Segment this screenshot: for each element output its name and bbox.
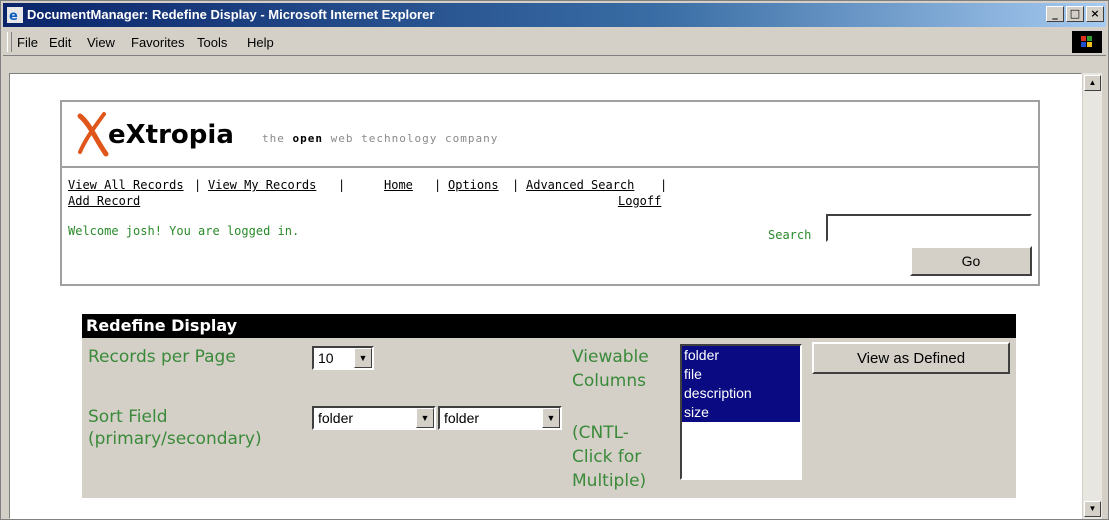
nav-separator: |: [338, 178, 346, 192]
toolbar-grip[interactable]: [7, 32, 12, 52]
menu-edit[interactable]: Edit: [49, 35, 71, 50]
header-divider: [62, 166, 1038, 168]
logo-tagline: the open web technology company: [262, 132, 499, 145]
advanced-search-link[interactable]: Advanced Search: [526, 178, 634, 192]
go-button[interactable]: Go: [910, 246, 1032, 276]
multi-select-hint-line2: Click for: [572, 447, 642, 467]
view-my-records-link[interactable]: View My Records: [208, 178, 316, 192]
menu-tools[interactable]: Tools: [197, 35, 227, 50]
multi-select-hint-line3: Multiple): [572, 471, 647, 491]
primary-sort-value: folder: [318, 410, 354, 426]
search-input[interactable]: [826, 214, 1032, 242]
records-per-page-select[interactable]: 10 ▼: [312, 346, 374, 370]
dropdown-arrow-icon[interactable]: ▼: [354, 348, 372, 368]
page-viewport: eXtropia the open web technology company…: [9, 73, 1082, 519]
svg-text:e: e: [9, 9, 18, 23]
logoff-link[interactable]: Logoff: [618, 194, 661, 208]
logo-wordmark: eXtropia: [108, 120, 234, 150]
sort-field-sublabel: (primary/secondary): [88, 429, 262, 449]
options-link[interactable]: Options: [448, 178, 499, 192]
multi-select-hint-line1: (CNTL-: [572, 423, 629, 443]
site-header: eXtropia the open web technology company…: [60, 100, 1040, 286]
viewable-columns-listbox[interactable]: folder file description size: [680, 344, 802, 480]
panel-heading: Redefine Display: [82, 314, 1016, 338]
column-option-size[interactable]: size: [682, 403, 800, 422]
title-bar[interactable]: e DocumentManager: Redefine Display - Mi…: [3, 3, 1106, 27]
ie-icon: e: [7, 7, 23, 23]
welcome-message: Welcome josh! You are logged in.: [68, 224, 300, 238]
scroll-up-arrow-icon[interactable]: ▲: [1084, 75, 1101, 91]
view-all-records-link[interactable]: View All Records: [68, 178, 184, 192]
window-title: DocumentManager: Redefine Display - Micr…: [27, 7, 435, 22]
browser-window: e DocumentManager: Redefine Display - Mi…: [0, 0, 1109, 520]
menu-help[interactable]: Help: [247, 35, 274, 50]
sort-field-label: Sort Field: [88, 407, 168, 427]
nav-separator: |: [512, 178, 520, 192]
redefine-display-panel: Redefine Display Records per Page 10 ▼ S…: [82, 314, 1016, 498]
menu-favorites[interactable]: Favorites: [131, 35, 184, 50]
menu-bar: File Edit View Favorites Tools Help: [3, 29, 1106, 56]
home-link[interactable]: Home: [384, 178, 413, 192]
secondary-sort-select[interactable]: folder ▼: [438, 406, 562, 430]
minimize-button[interactable]: _: [1046, 6, 1064, 22]
column-option-file[interactable]: file: [682, 365, 800, 384]
records-per-page-value: 10: [318, 350, 334, 366]
nav-separator: |: [194, 178, 202, 192]
search-label: Search: [768, 228, 812, 242]
column-option-description[interactable]: description: [682, 384, 800, 403]
nav-separator: |: [660, 178, 668, 192]
vertical-scrollbar[interactable]: ▲ ▼: [1082, 73, 1102, 519]
scroll-down-arrow-icon[interactable]: ▼: [1084, 501, 1101, 517]
column-option-folder[interactable]: folder: [682, 346, 800, 365]
viewable-columns-label-line1: Viewable: [572, 347, 649, 367]
view-as-defined-button[interactable]: View as Defined: [812, 342, 1010, 374]
menu-file[interactable]: File: [17, 35, 38, 50]
windows-logo-icon: [1072, 31, 1102, 53]
secondary-sort-value: folder: [444, 410, 480, 426]
close-button[interactable]: ×: [1086, 6, 1104, 22]
dropdown-arrow-icon[interactable]: ▼: [542, 408, 560, 428]
nav-separator: |: [434, 178, 442, 192]
primary-sort-select[interactable]: folder ▼: [312, 406, 436, 430]
add-record-link[interactable]: Add Record: [68, 194, 140, 208]
records-per-page-label: Records per Page: [88, 347, 236, 367]
menu-view[interactable]: View: [87, 35, 115, 50]
extropia-logo-icon: [77, 112, 109, 157]
maximize-button[interactable]: □: [1066, 6, 1084, 22]
viewable-columns-label-line2: Columns: [572, 371, 646, 391]
dropdown-arrow-icon[interactable]: ▼: [416, 408, 434, 428]
